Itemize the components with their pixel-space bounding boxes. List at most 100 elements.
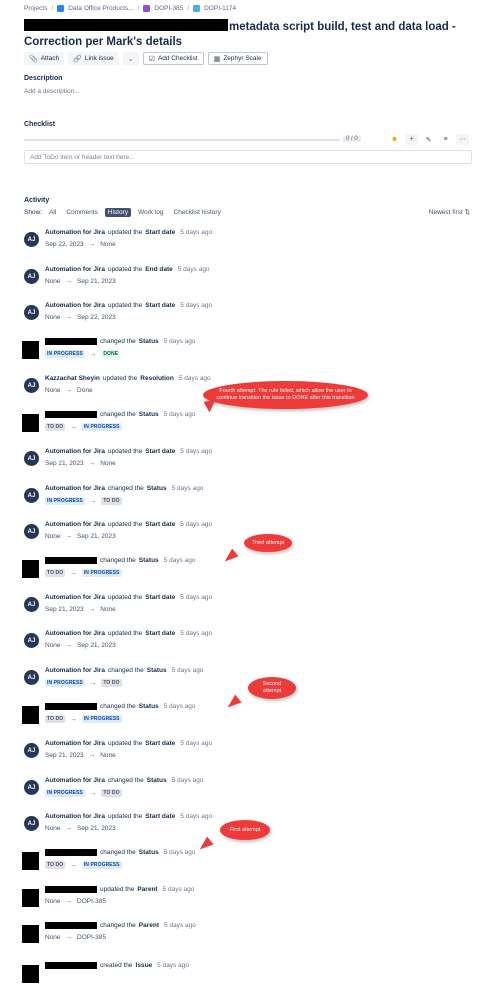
history-author[interactable]: Automation for Jira: [45, 813, 105, 820]
history-new-value: Sep 21, 2023: [77, 825, 116, 832]
history-author[interactable]: Automation for Jira: [45, 740, 105, 747]
description-field[interactable]: Add a description...: [24, 88, 80, 95]
checklist-heading: Checklist: [24, 121, 56, 128]
redacted-author: [45, 411, 97, 418]
history-author[interactable]: Automation for Jira: [45, 521, 105, 528]
history-summary: changed the Status 5 days ago: [45, 703, 195, 710]
attach-label: Attach: [40, 55, 60, 62]
history-summary: Automation for Jira changed the Status 5 da…: [45, 485, 203, 492]
history-time: 5 days ago: [180, 630, 213, 637]
paperclip-icon: 📎: [29, 55, 38, 63]
history-verb: changed the: [100, 922, 136, 929]
more-actions-button[interactable]: ⌄: [122, 52, 139, 65]
arrow-right-icon: →: [70, 861, 77, 869]
history-summary: Automation for Jira updated the End date 5 …: [45, 266, 210, 273]
history-verb: changed the: [100, 411, 136, 418]
redacted-author: [45, 922, 97, 929]
history-author[interactable]: Automation for Jira: [45, 229, 105, 236]
link-icon: 🔗: [73, 55, 82, 63]
history-summary: Automation for Jira updated the Start date…: [45, 229, 212, 236]
redacted-author: [45, 338, 97, 345]
link-issue-button[interactable]: 🔗 Link issue: [68, 52, 119, 65]
tab-comments[interactable]: Comments: [63, 208, 100, 217]
history-summary: Automation for Jira updated the Start date…: [45, 630, 212, 637]
history-verb: updated the: [107, 521, 143, 528]
zephyr-scale-button[interactable]: ▦ Zephyr Scale: [207, 52, 268, 65]
breadcrumb-parent[interactable]: DOPI-385: [154, 5, 183, 12]
redacted-author: [45, 703, 97, 710]
tab-work-log[interactable]: Work log: [135, 208, 167, 217]
history-verb: changed the: [107, 777, 144, 784]
add-item-icon[interactable]: +: [405, 134, 418, 145]
history-time: 5 days ago: [164, 922, 196, 929]
attach-button[interactable]: 📎 Attach: [24, 52, 65, 65]
issue-title[interactable]: metadata script build, test and data loa…: [24, 19, 474, 50]
history-entry: AJ Automation for Jira updated the Start da…: [24, 229, 464, 261]
redacted-author: [45, 557, 97, 564]
breadcrumb-issue[interactable]: DOPI-1174: [204, 5, 236, 12]
add-checklist-button[interactable]: ☑ Add Checklist: [142, 52, 204, 65]
history-author[interactable]: Automation for Jira: [45, 630, 105, 637]
tab-history[interactable]: History: [104, 208, 131, 217]
history-field: Start date: [145, 594, 176, 601]
callout-second-attempt: Second attempt: [248, 677, 296, 699]
edit-icon[interactable]: ✎: [422, 134, 435, 145]
history-summary: changed the Status 5 days ago: [45, 557, 195, 564]
breadcrumb-space[interactable]: Data Office Products...: [68, 5, 133, 12]
history-change: TO DO → IN PROGRESS: [45, 423, 122, 431]
history-entry: AJ Automation for Jira updated the Start da…: [24, 594, 464, 626]
history-author[interactable]: Automation for Jira: [45, 594, 105, 601]
checklist-actions: ☻ + ✎ ≡ ···: [388, 134, 469, 145]
history-time: 5 days ago: [180, 229, 213, 236]
history-field: Start date: [145, 630, 176, 637]
avatar: AJ: [24, 269, 39, 284]
history-author[interactable]: Automation for Jira: [45, 485, 105, 492]
arrow-right-icon: →: [65, 278, 73, 285]
history-field: Start date: [145, 521, 176, 528]
issue-toolbar: 📎 Attach 🔗 Link issue ⌄ ☑ Add Checklist …: [24, 52, 268, 65]
history-author[interactable]: Automation for Jira: [45, 302, 105, 309]
tab-all[interactable]: All: [46, 208, 59, 217]
redacted-avatar: [22, 706, 39, 724]
history-field: Status: [146, 485, 167, 492]
redacted-avatar: [22, 341, 39, 359]
checkbox-icon: ☑: [148, 55, 155, 63]
emoji-icon[interactable]: ☻: [388, 134, 401, 145]
status-lozenge-to: TO DO: [101, 789, 122, 797]
history-author[interactable]: Kazzachat Sheyin: [45, 375, 100, 382]
history-author[interactable]: Automation for Jira: [45, 777, 105, 784]
status-lozenge-from: IN PROGRESS: [45, 497, 85, 505]
callout-text: Fourth attempt. The rule failed, which a…: [216, 388, 355, 401]
history-entry: changed the Parent 5 days ago None → DOPI-385: [22, 922, 464, 954]
history-verb: created the: [100, 962, 133, 969]
history-time: 5 days ago: [157, 962, 189, 969]
status-lozenge-to: TO DO: [101, 497, 122, 505]
checklist-progress-count: 0 / 0: [343, 136, 361, 142]
arrow-right-icon: →: [65, 934, 73, 941]
sort-toggle[interactable]: Newest first ⇅: [429, 208, 470, 216]
history-field: Status: [146, 667, 167, 674]
history-verb: updated the: [107, 630, 143, 637]
history-new-value: Done: [77, 387, 93, 394]
checklist-todo-input[interactable]: Add ToDo item or header text here...: [24, 150, 472, 164]
history-field: Start date: [145, 448, 176, 455]
history-author[interactable]: Automation for Jira: [45, 448, 105, 455]
more-icon[interactable]: ···: [456, 134, 469, 145]
status-lozenge-from: TO DO: [45, 861, 66, 869]
history-verb: changed the: [107, 485, 144, 492]
history-time: 5 days ago: [180, 594, 213, 601]
arrow-right-icon: →: [65, 314, 73, 321]
history-verb: updated the: [107, 594, 143, 601]
history-author[interactable]: Automation for Jira: [45, 266, 105, 273]
sort-label: Newest first: [428, 209, 463, 216]
filter-icon[interactable]: ≡: [439, 134, 452, 145]
arrow-right-icon: →: [89, 789, 97, 797]
tab-checklist-history[interactable]: Checklist history: [171, 208, 224, 217]
breadcrumb-projects[interactable]: Projects: [24, 5, 47, 12]
history-author[interactable]: Automation for Jira: [45, 667, 105, 674]
history-old-value: Sep 21, 2023: [45, 606, 84, 613]
history-verb: updated the: [102, 375, 138, 382]
checklist-progress-bar: [24, 139, 340, 141]
history-time: 5 days ago: [163, 849, 196, 856]
history-time: 5 days ago: [163, 557, 196, 564]
